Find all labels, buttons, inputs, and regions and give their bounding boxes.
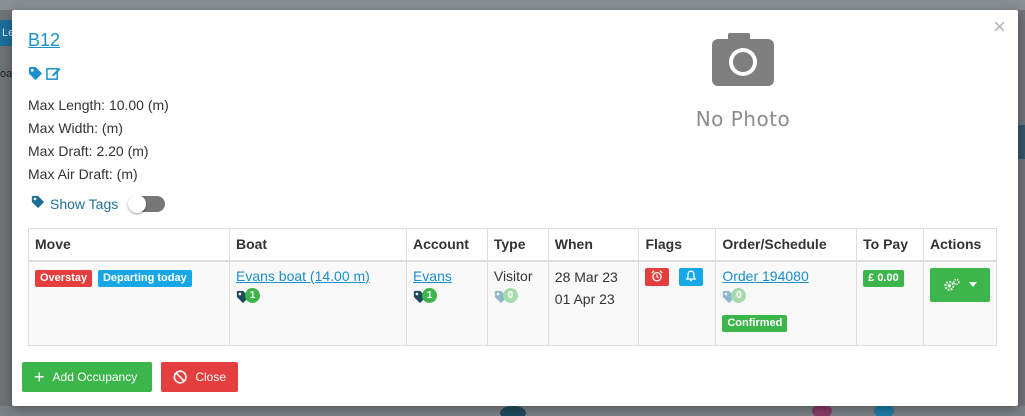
type-tags[interactable]: 0 [494, 287, 520, 308]
spec-max-width: Max Width: (m) [28, 120, 123, 136]
add-occupancy-label: Add Occupancy [52, 370, 138, 384]
col-account: Account [405, 228, 488, 262]
background-top-bar [0, 0, 1025, 10]
col-to-pay: To Pay [856, 228, 924, 262]
cell-to-pay: £ 0.00 [856, 260, 924, 346]
no-photo-label: No Photo [695, 107, 791, 131]
show-tags-toggle[interactable] [128, 194, 166, 213]
cell-when: 28 Mar 23 01 Apr 23 [547, 260, 640, 346]
show-tags-control: Show Tags [31, 194, 166, 213]
overstay-badge: Overstay [35, 269, 93, 287]
background-left-text: oa [0, 68, 12, 80]
departing-today-badge: Departing today [97, 269, 192, 287]
table-row: Overstay Departing today Evans boat (14.… [28, 260, 997, 346]
cell-flags [638, 260, 717, 346]
show-tags-label: Show Tags [50, 195, 119, 212]
spec-max-air-draft: Max Air Draft: (m) [28, 166, 138, 182]
background-marker [500, 406, 526, 416]
bell-icon[interactable] [679, 267, 704, 286]
col-move: Move [28, 228, 230, 262]
berth-title-link[interactable]: B12 [28, 30, 60, 51]
gears-icon [944, 278, 960, 291]
boat-tag-count: 1 [244, 287, 260, 303]
order-tag-count: 0 [731, 287, 747, 303]
close-button[interactable]: Close [161, 362, 238, 392]
col-order-schedule: Order/Schedule [715, 228, 858, 262]
table-header-row: Move Boat Account Type When Flags Order/… [28, 228, 997, 262]
ban-icon [173, 370, 187, 384]
order-status-badge: Confirmed [722, 314, 788, 332]
plus-icon: + [34, 367, 45, 387]
col-when: When [547, 228, 640, 262]
berth-modal: × B12 Max Length: 10.00 (m) Max Width: (… [12, 10, 1018, 406]
cell-order-schedule: Order 194080 0 Confirmed [715, 260, 858, 346]
tag-icon[interactable] [28, 66, 43, 81]
cell-actions [923, 260, 997, 346]
spec-max-length: Max Length: 10.00 (m) [28, 97, 169, 113]
when-from: 28 Mar 23 [554, 268, 618, 285]
boat-tags[interactable]: 1 [236, 287, 262, 308]
order-link[interactable]: Order 194080 [722, 268, 808, 284]
berth-specs: Max Length: 10.00 (m) Max Width: (m) Max… [28, 94, 169, 186]
photo-placeholder: No Photo [662, 30, 824, 131]
close-icon[interactable]: × [993, 16, 1006, 38]
spec-max-draft: Max Draft: 2.20 (m) [28, 143, 149, 159]
actions-dropdown-button[interactable] [930, 267, 990, 302]
edit-icon[interactable] [46, 66, 61, 81]
cell-move: Overstay Departing today [28, 260, 230, 346]
cell-account: Evans 1 [405, 260, 488, 346]
add-occupancy-button[interactable]: + Add Occupancy [22, 362, 152, 392]
cell-boat: Evans boat (14.00 m) 1 [228, 260, 407, 346]
col-actions: Actions [923, 228, 997, 262]
col-type: Type [486, 228, 549, 262]
berth-icon-row [28, 66, 61, 81]
account-link[interactable]: Evans [413, 268, 452, 284]
account-tags[interactable]: 1 [413, 287, 439, 308]
caret-down-icon [969, 281, 977, 287]
close-label: Close [195, 370, 226, 384]
occupancy-table: Move Boat Account Type When Flags Order/… [28, 228, 997, 346]
col-boat: Boat [228, 228, 407, 262]
type-label: Visitor [493, 267, 533, 284]
order-tags[interactable]: 0 [722, 287, 748, 308]
camera-icon [712, 33, 774, 90]
to-pay-badge: £ 0.00 [863, 269, 904, 287]
col-flags: Flags [638, 228, 717, 262]
when-to: 01 Apr 23 [554, 290, 615, 307]
account-tag-count: 1 [421, 287, 437, 303]
tag-icon [31, 195, 45, 212]
type-tag-count: 0 [502, 287, 518, 303]
boat-link[interactable]: Evans boat (14.00 m) [236, 268, 370, 284]
cell-type: Visitor 0 [486, 260, 549, 346]
alarm-clock-icon[interactable] [645, 267, 670, 286]
